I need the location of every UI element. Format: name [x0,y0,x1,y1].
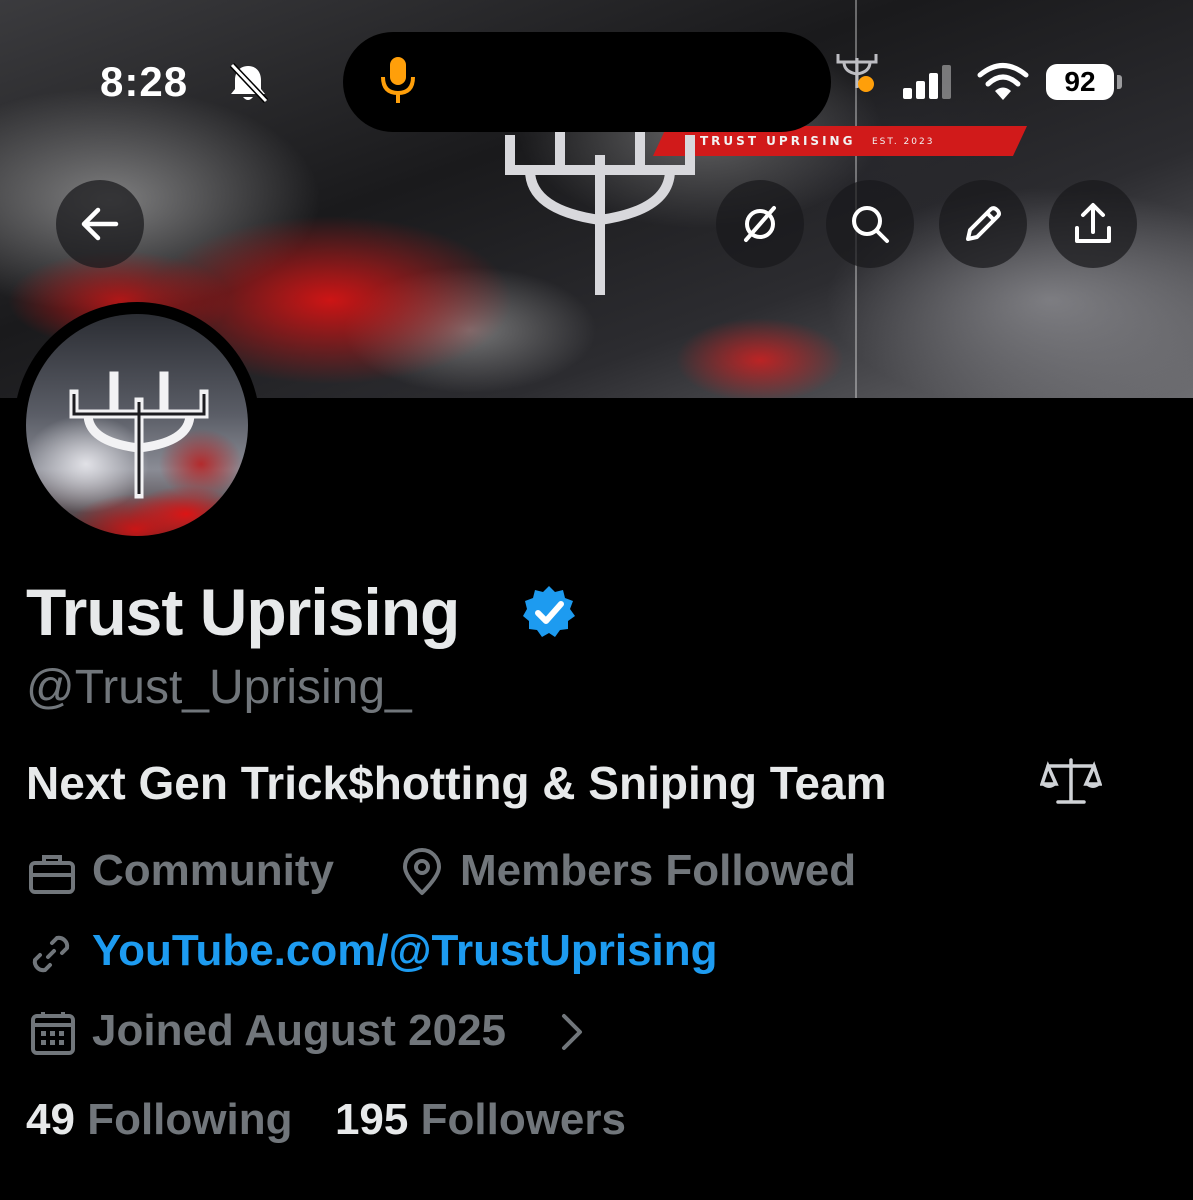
share-icon [1075,203,1111,243]
balance-scale-icon [1040,758,1102,804]
battery-cap [1117,75,1122,89]
location-pin-icon [403,848,441,895]
profile-category: Community [92,846,334,895]
bell-slash-icon [229,62,269,104]
banner-strip-est: EST. 2023 [872,137,935,147]
chevron-right-icon[interactable] [560,1012,584,1052]
pencil-icon [966,206,1001,241]
followers-count: 195 [334,1095,409,1144]
wifi-icon [977,63,1029,100]
profile-location: Members Followed [460,846,857,895]
search-button[interactable] [826,180,914,268]
verified-badge-icon[interactable] [520,583,578,641]
avatar-image [26,314,248,536]
display-name: Trust Uprising [26,575,460,649]
search-icon [852,206,889,243]
arrow-left-icon [81,207,119,241]
battery-indicator: 92 [1046,64,1114,100]
profile-joined-date: Joined August 2025 [92,1006,507,1055]
back-button[interactable] [56,180,144,268]
calendar-icon [31,1012,75,1055]
followers-link[interactable]: 195 Followers [335,1095,626,1144]
grok-icon [744,206,776,242]
banner-strip-text: TRUST UPRISING [700,134,856,148]
avatar-logo-emblem [69,371,209,499]
profile-handle: @Trust_Uprising_ [26,661,412,714]
share-button[interactable] [1049,180,1137,268]
profile-website-link[interactable]: YouTube.com/@TrustUprising [92,926,718,976]
following-label: Following [87,1095,293,1144]
followers-label: Followers [420,1095,626,1144]
briefcase-icon [29,855,75,894]
profile-bio: Next Gen Trick$hotting & Sniping Team [26,757,887,809]
following-count: 49 [26,1095,75,1144]
profile-avatar[interactable] [14,302,260,548]
link-icon [32,935,70,973]
following-link[interactable]: 49 Following [26,1095,305,1144]
status-app-emblem-icon [836,54,878,88]
grok-button[interactable] [716,180,804,268]
edit-button[interactable] [939,180,1027,268]
signal-icon [903,65,951,99]
status-time: 8:28 [100,58,189,105]
recording-indicator-dot [858,76,874,92]
profile-stats: 49 Following 195 Followers [26,1095,626,1145]
microphone-icon [381,57,415,103]
